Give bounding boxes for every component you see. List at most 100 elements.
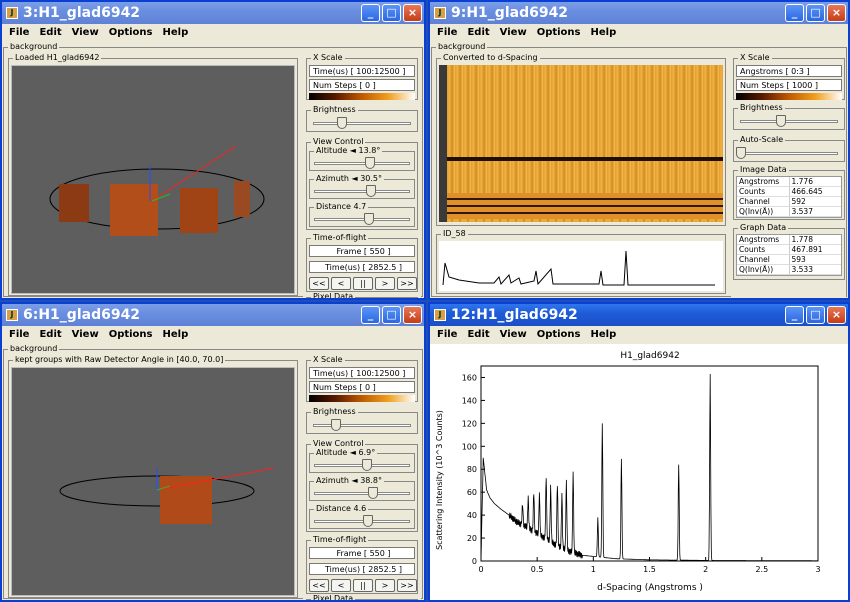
frame-field[interactable]: Frame [ 550 ] <box>309 547 415 559</box>
spectrum-graph[interactable] <box>439 241 723 291</box>
menu-help[interactable]: Help <box>591 329 617 340</box>
view-group: Loaded H1_glad6942 <box>8 53 298 296</box>
titlebar[interactable]: J 12:H1_glad6942 _ □ × <box>430 304 848 326</box>
menu-options[interactable]: Options <box>109 27 153 38</box>
distance-group: Distance 4.7 <box>309 202 415 227</box>
menu-options[interactable]: Options <box>109 329 153 340</box>
y-tick-label: 160 <box>462 373 477 382</box>
altitude-group: Altitude ◄ 13.8° <box>309 146 415 171</box>
maximize-button[interactable]: □ <box>382 4 401 22</box>
angstroms-field[interactable]: Angstroms [ 0:3 ] <box>736 65 842 77</box>
brightness-label: Brightness <box>311 105 358 115</box>
close-button[interactable]: × <box>403 306 422 324</box>
prev-frame-button[interactable]: < <box>331 277 351 290</box>
autoscale-label: Auto-Scale <box>738 135 786 145</box>
close-button[interactable]: × <box>827 306 846 324</box>
graph-group: ID_58 <box>436 229 726 294</box>
detector-panel <box>180 188 218 233</box>
azimuth-slider[interactable] <box>310 487 414 499</box>
detector-panel <box>59 184 89 222</box>
last-frame-button[interactable]: >> <box>397 277 417 290</box>
control-panel: X Scale Angstroms [ 0:3 ] Num Steps [ 10… <box>731 48 846 298</box>
table-row: Q(Inv(Å)) 3.537 <box>737 207 841 217</box>
time-range-field[interactable]: Time(us) [ 100:12500 ] <box>309 367 415 379</box>
time-field[interactable]: Time(us) [ 2852.5 ] <box>309 563 415 575</box>
num-steps-field[interactable]: Num Steps [ 0 ] <box>309 381 415 393</box>
menu-file[interactable]: File <box>9 27 29 38</box>
menu-edit[interactable]: Edit <box>467 329 489 340</box>
menu-view[interactable]: View <box>500 329 527 340</box>
menu-help[interactable]: Help <box>163 27 189 38</box>
detector-panel <box>234 181 250 217</box>
azimuth-slider[interactable] <box>310 185 414 197</box>
first-frame-button[interactable]: << <box>309 277 329 290</box>
altitude-slider[interactable] <box>310 157 414 169</box>
menu-edit[interactable]: Edit <box>39 329 61 340</box>
titlebar[interactable]: J 9:H1_glad6942 _ □ × <box>430 2 848 24</box>
window-graph: J 12:H1_glad6942 _ □ × File Edit View Op… <box>428 302 850 602</box>
minimize-button[interactable]: _ <box>785 4 804 22</box>
menu-view[interactable]: View <box>500 27 527 38</box>
chart-ticks: 0 0.5 1 1.5 2 2.5 3 0 20 40 60 80 100 120 140 160 <box>462 373 821 574</box>
first-frame-button[interactable]: << <box>309 579 329 592</box>
time-field[interactable]: Time(us) [ 2852.5 ] <box>309 261 415 273</box>
menu-view[interactable]: View <box>72 27 99 38</box>
3d-detector-view[interactable] <box>11 65 295 294</box>
xscale-label: X Scale <box>311 355 345 365</box>
x-tick-label: 3 <box>815 565 820 574</box>
menu-options[interactable]: Options <box>537 329 581 340</box>
close-button[interactable]: × <box>827 4 846 22</box>
menu-edit[interactable]: Edit <box>39 27 61 38</box>
menu-file[interactable]: File <box>9 329 29 340</box>
pause-button[interactable]: || <box>353 277 373 290</box>
minimize-button[interactable]: _ <box>785 306 804 324</box>
altitude-slider[interactable] <box>310 459 414 471</box>
spectrum-svg <box>442 250 715 286</box>
menu-file[interactable]: File <box>437 329 457 340</box>
next-frame-button[interactable]: > <box>375 579 395 592</box>
view-label: Loaded H1_glad6942 <box>13 53 102 63</box>
distance-group: Distance 4.6 <box>309 504 415 529</box>
next-frame-button[interactable]: > <box>375 277 395 290</box>
table-row: Angstroms 1.778 <box>737 235 841 245</box>
titlebar[interactable]: J 6:H1_glad6942 _ □ × <box>2 304 424 326</box>
menu-help[interactable]: Help <box>163 329 189 340</box>
maximize-button[interactable]: □ <box>806 4 825 22</box>
distance-slider[interactable] <box>310 515 414 527</box>
time-range-field[interactable]: Time(us) [ 100:12500 ] <box>309 65 415 77</box>
minimize-button[interactable]: _ <box>361 306 380 324</box>
3d-detector-view[interactable] <box>11 367 295 596</box>
num-steps-field[interactable]: Num Steps [ 1000 ] <box>736 79 842 91</box>
view-control-group: View Control Altitude ◄ 6.9° Azimuth ◄ 3… <box>306 439 418 532</box>
d-spacing-image[interactable] <box>439 65 723 222</box>
menu-options[interactable]: Options <box>537 27 581 38</box>
menu-view[interactable]: View <box>72 329 99 340</box>
num-steps-field[interactable]: Num Steps [ 0 ] <box>309 79 415 91</box>
last-frame-button[interactable]: >> <box>397 579 417 592</box>
menu-bar: File Edit View Options Help <box>430 24 848 41</box>
y-tick-label: 100 <box>462 442 477 451</box>
menu-help[interactable]: Help <box>591 27 617 38</box>
pause-button[interactable]: || <box>353 579 373 592</box>
control-panel: X Scale Time(us) [ 100:12500 ] Num Steps… <box>303 48 421 298</box>
titlebar[interactable]: J 3:H1_glad6942 _ □ × <box>2 2 424 24</box>
autoscale-slider[interactable] <box>736 147 842 159</box>
close-button[interactable]: × <box>403 4 422 22</box>
menu-edit[interactable]: Edit <box>467 27 489 38</box>
table-row: Counts 466.645 <box>737 187 841 197</box>
brightness-slider[interactable] <box>309 117 415 129</box>
brightness-slider[interactable] <box>736 115 842 127</box>
maximize-button[interactable]: □ <box>806 306 825 324</box>
table-row: Channel 592 <box>737 197 841 207</box>
chart-area[interactable]: H1_glad6942 Scattering Intensity (10^3 C… <box>430 344 848 600</box>
distance-slider[interactable] <box>310 213 414 225</box>
brightness-slider[interactable] <box>309 419 415 431</box>
brightness-group: Brightness <box>306 105 418 132</box>
maximize-button[interactable]: □ <box>382 306 401 324</box>
frame-field[interactable]: Frame [ 550 ] <box>309 245 415 257</box>
prev-frame-button[interactable]: < <box>331 579 351 592</box>
image-label: Converted to d-Spacing <box>441 53 540 63</box>
window-title: 3:H1_glad6942 <box>23 5 141 21</box>
minimize-button[interactable]: _ <box>361 4 380 22</box>
menu-file[interactable]: File <box>437 27 457 38</box>
